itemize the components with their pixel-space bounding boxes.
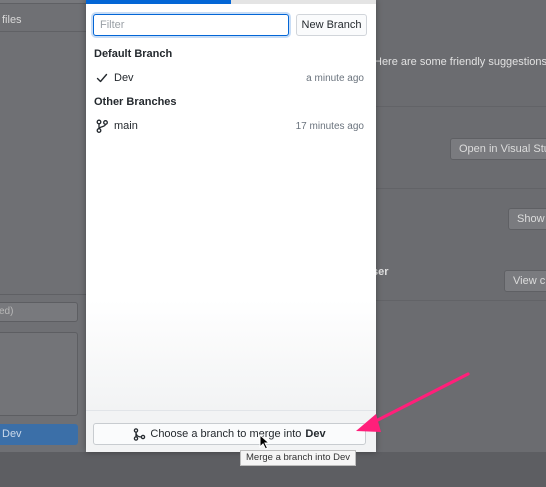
popover-footer: Choose a branch to merge into Dev <box>86 410 376 452</box>
commit-description-field <box>0 332 78 416</box>
branch-item-main[interactable]: main 17 minutes ago <box>86 114 376 138</box>
changed-files-header: files <box>0 8 86 32</box>
branch-timestamp: 17 minutes ago <box>295 120 364 132</box>
branch-item-dev[interactable]: Dev a minute ago <box>86 66 376 90</box>
merge-into-branch-button[interactable]: Choose a branch to merge into Dev <box>93 423 366 445</box>
annotation-arrow-icon <box>356 372 470 432</box>
branch-filter-input[interactable] <box>93 14 289 36</box>
branch-popover: New Branch Default Branch Dev a minute a… <box>86 0 376 452</box>
other-branches-header: Other Branches <box>94 96 177 108</box>
show-button: Show <box>508 208 546 230</box>
git-merge-icon <box>133 427 146 441</box>
open-in-editor-button: Open in Visual Stu <box>450 138 546 160</box>
default-branch-header: Default Branch <box>94 48 173 60</box>
divider <box>376 106 546 107</box>
merge-tooltip: Merge a branch into Dev <box>240 450 357 466</box>
branch-timestamp: a minute ago <box>306 72 364 84</box>
mouse-cursor-icon <box>259 434 271 450</box>
branches-tab-indicator[interactable] <box>86 0 231 4</box>
check-icon <box>94 70 110 86</box>
commit-summary-field: ed) <box>0 302 78 322</box>
commit-button: Dev <box>0 424 78 445</box>
merge-button-label: Choose a branch to merge into <box>150 428 302 440</box>
view-button: View c <box>504 270 546 292</box>
history-tab-fragment <box>0 0 86 4</box>
list-fade <box>86 300 376 410</box>
merge-target-branch: Dev <box>305 428 326 440</box>
new-branch-button[interactable]: New Branch <box>296 14 367 36</box>
divider <box>0 294 86 295</box>
suggestions-text: Here are some friendly suggestions <box>374 56 546 68</box>
branch-name: Dev <box>114 72 134 84</box>
branch-name: main <box>114 120 138 132</box>
pull-requests-tab-indicator[interactable] <box>231 0 376 4</box>
divider <box>376 300 546 301</box>
divider <box>376 188 546 189</box>
git-branch-icon <box>94 118 110 134</box>
background-left-panel: files ed) Dev <box>0 0 86 487</box>
